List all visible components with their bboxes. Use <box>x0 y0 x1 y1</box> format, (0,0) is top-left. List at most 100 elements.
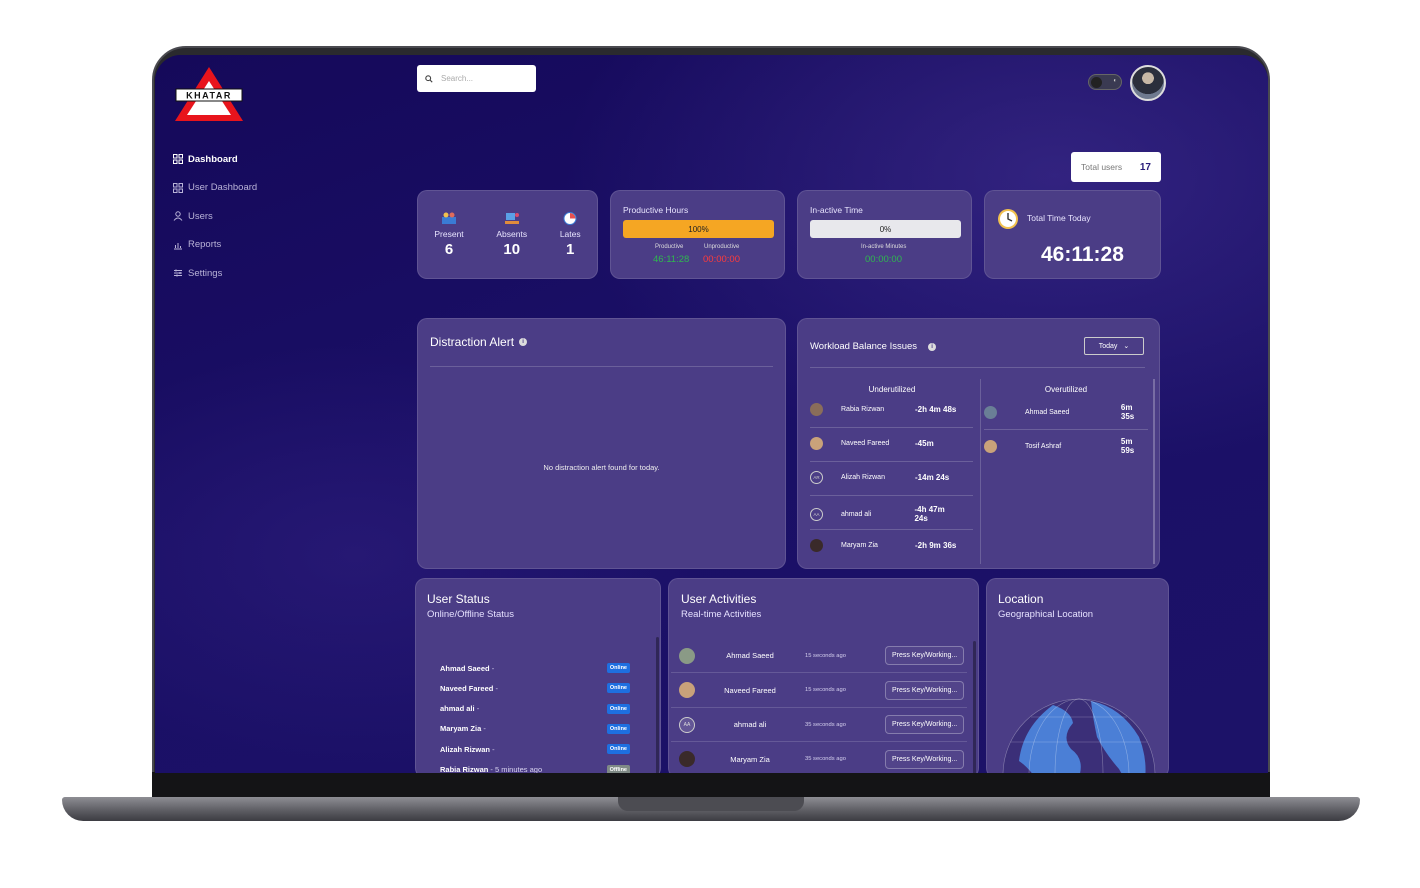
divider <box>810 529 973 530</box>
workload-row[interactable]: AA ahmad ali -4h 47m 24s <box>810 505 960 523</box>
inactive-bar-label: 0% <box>879 224 892 234</box>
status-suffix: - 5 minutes ago <box>488 765 543 773</box>
globe-map[interactable] <box>1001 697 1157 773</box>
workload-balance-card: Workload Balance Issues i Today ⌄ Underu… <box>797 318 1160 569</box>
workload-row[interactable]: Ahmad Saeed 6m 35s <box>984 403 1148 421</box>
workload-row[interactable]: AR Alizah Rizwan -14m 24s <box>810 471 960 484</box>
activity-user-name: ahmad ali <box>733 720 767 729</box>
workload-row[interactable]: Tosif Ashraf 5m 59s <box>984 437 1148 455</box>
sliders-icon <box>174 269 182 277</box>
productive-progress-bar: 100% <box>623 220 774 238</box>
sidebar-item-label: Dashboard <box>188 153 238 165</box>
activity-row: Naveed Fareed 15 seconds ago Press Key/Wor… <box>671 674 967 708</box>
chevron-down-icon: ⌄ <box>1123 343 1130 350</box>
activity-time: 35 seconds ago <box>805 721 846 728</box>
brand-name: KHATAR <box>186 91 232 101</box>
present-value: 6 <box>444 241 454 258</box>
workload-row[interactable]: Rabia Rizwan -2h 4m 48s <box>810 403 960 416</box>
inactive-title: In-active Time <box>810 205 863 215</box>
activity-action-button[interactable]: Press Key/Working... <box>885 715 965 734</box>
workload-title-row: Workload Balance Issues i <box>810 341 937 352</box>
divider <box>810 461 973 462</box>
laptop-notch <box>618 797 804 811</box>
user-status-card: User Status Online/Offline Status Ahmad … <box>415 578 661 773</box>
sidebar-item-users[interactable]: Users <box>173 202 257 231</box>
scrollbar[interactable] <box>973 641 976 773</box>
workload-title: Workload Balance Issues <box>810 341 918 352</box>
activity-user-name: Naveed Fareed <box>724 685 776 695</box>
activity-action-button[interactable]: Press Key/Working... <box>885 680 965 700</box>
activity-row: AA ahmad ali 35 seconds ago Press Key/Worki… <box>671 708 967 742</box>
productive-label: Productive <box>655 244 684 250</box>
sidebar-item-label: Reports <box>188 239 222 251</box>
status-user-name: Alizah Rizwan <box>440 744 491 754</box>
activities-title: User Activities <box>681 592 757 606</box>
sidebar-item-settings[interactable]: Settings <box>173 259 257 288</box>
distraction-title: Distraction Alert <box>430 335 515 349</box>
activity-row: Ahmad Saeed 15 seconds ago Press Key/Worki… <box>671 639 967 673</box>
sidebar-nav: Dashboard User Dashboard Users Reports S… <box>173 145 257 288</box>
status-user: Maryam Zia - <box>440 724 486 733</box>
scrollbar[interactable] <box>656 637 659 773</box>
status-row[interactable]: Naveed Fareed - Online <box>440 683 630 694</box>
avatar <box>810 403 823 416</box>
sidebar-item-user-dashboard[interactable]: User Dashboard <box>173 174 257 203</box>
status-badge: Online <box>606 723 630 734</box>
theme-toggle[interactable]: ◐ <box>1088 74 1122 90</box>
column-divider <box>980 379 981 564</box>
divider <box>810 427 973 428</box>
divider <box>810 495 973 496</box>
status-row[interactable]: Rabia Rizwan - 5 minutes ago Offline <box>440 764 630 773</box>
activity-user-name: Ahmad Saeed <box>726 651 774 660</box>
status-badge: Offline <box>606 764 630 773</box>
divider <box>810 367 1145 368</box>
workload-user-name: Tosif Ashraf <box>1024 442 1062 450</box>
status-badge: Online <box>606 703 630 714</box>
location-card: Location Geographical Location <box>986 578 1169 773</box>
avatar[interactable] <box>1130 65 1166 101</box>
workload-user-name: Alizah Rizwan <box>841 474 885 481</box>
attendance-card: Present 6 Absents 10 Lates 1 <box>417 190 598 279</box>
present-stat[interactable]: Present 6 <box>434 211 464 258</box>
location-title: Location <box>998 592 1044 606</box>
sidebar-item-reports[interactable]: Reports <box>173 231 257 260</box>
status-row[interactable]: Alizah Rizwan - Online <box>440 744 630 755</box>
sidebar-item-dashboard[interactable]: Dashboard <box>173 145 257 174</box>
status-row[interactable]: Ahmad Saeed - Online <box>440 663 630 673</box>
productive-hours-card: Productive Hours 100% Productive Unprodu… <box>610 190 785 279</box>
overutilized-title: Overutilized <box>1044 385 1088 394</box>
absents-stat[interactable]: Absents 10 <box>496 211 527 258</box>
inactive-progress-bar: 0% <box>810 220 961 238</box>
avatar: AR <box>810 471 823 484</box>
status-row[interactable]: Maryam Zia - Online <box>440 723 630 734</box>
status-row[interactable]: ahmad ali - Online <box>440 703 630 714</box>
khatar-logo[interactable]: KHATAR <box>173 65 245 123</box>
scrollbar[interactable] <box>1153 379 1155 564</box>
activity-time: 35 seconds ago <box>805 756 846 762</box>
total-users-value: 17 <box>1139 161 1151 173</box>
search-input[interactable] <box>441 74 521 83</box>
workload-row[interactable]: Naveed Fareed -45m <box>810 437 960 450</box>
inactive-time-card: In-active Time 0% In-active Minutes 00:0… <box>797 190 972 279</box>
status-user-name: Naveed Fareed <box>440 683 494 693</box>
avatar <box>810 539 823 552</box>
present-label: Present <box>434 229 464 239</box>
productive-bar-label: 100% <box>688 224 709 234</box>
status-suffix: - <box>474 704 480 714</box>
workload-time: 6m 35s <box>1120 403 1135 421</box>
activity-action-button[interactable]: Press Key/Working... <box>885 646 965 665</box>
lates-value: 1 <box>566 241 575 258</box>
status-suffix: - <box>489 663 495 673</box>
info-icon[interactable]: i <box>519 338 528 346</box>
app-screen: KHATAR Dashboard User Dashboard Users Re… <box>155 55 1268 773</box>
moon-icon: ◐ <box>1113 78 1117 84</box>
workload-time: -14m 24s <box>915 473 950 482</box>
activity-action-button[interactable]: Press Key/Working... <box>885 749 965 769</box>
lates-stat[interactable]: Lates 1 <box>560 211 581 258</box>
period-select[interactable]: Today ⌄ <box>1084 337 1144 355</box>
info-icon[interactable]: i <box>928 342 937 351</box>
workload-user-name: Rabia Rizwan <box>841 406 885 413</box>
location-subtitle: Geographical Location <box>998 609 1094 620</box>
user-activities-card: User Activities Real-time Activities Ahm… <box>668 578 979 773</box>
workload-row[interactable]: Maryam Zia -2h 9m 36s <box>810 539 960 552</box>
